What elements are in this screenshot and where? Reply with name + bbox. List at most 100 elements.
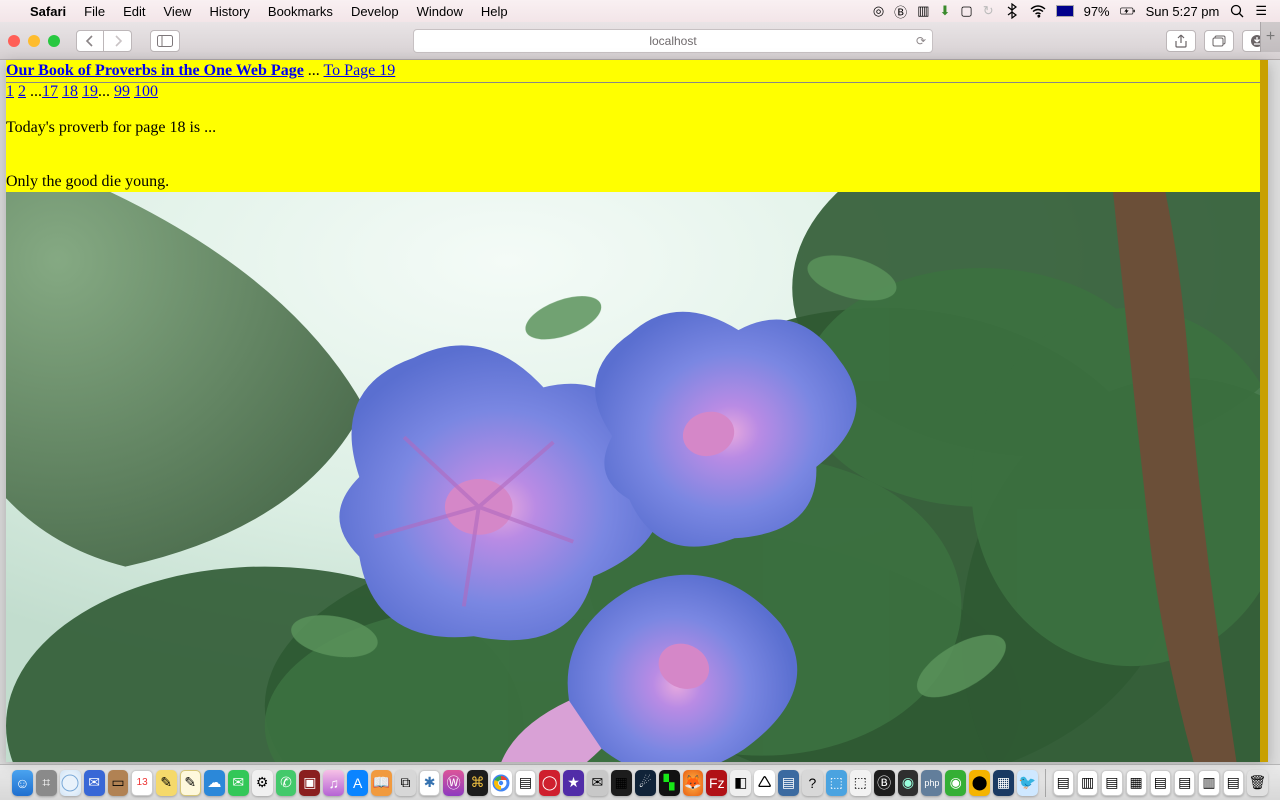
forward-button[interactable] (104, 30, 132, 52)
page-link-18[interactable]: 18 (62, 83, 78, 100)
page-link-99[interactable]: 99 (114, 83, 130, 100)
dock-app-icon[interactable]: ▣ (299, 770, 320, 796)
sidebar-toggle-button[interactable] (150, 30, 180, 52)
dock-app-icon[interactable]: ⬚ (826, 770, 847, 796)
app-menu[interactable]: Safari (21, 4, 75, 19)
dock-app-icon[interactable]: Ⓦ (443, 770, 464, 796)
timemachine-icon[interactable]: ↻ (978, 3, 999, 19)
dock-app-icon[interactable]: ✉ (228, 770, 249, 796)
macos-dock: ☺ ⌗ ✉ ▭ 13 ✎ ✎ ☁ ✉ ⚙ ✆ ▣ ♫ A 📖 ⧉ ✱ Ⓦ ⌘ ▤… (0, 764, 1280, 800)
back-button[interactable] (76, 30, 104, 52)
dock-app-icon[interactable]: ⧉ (395, 770, 416, 796)
dock-launchpad-icon[interactable]: ⌗ (36, 770, 57, 796)
close-window-button[interactable] (8, 35, 20, 47)
menu-history[interactable]: History (200, 4, 258, 19)
macos-menubar: Safari File Edit View History Bookmarks … (0, 0, 1280, 22)
flag-icon[interactable] (1051, 5, 1079, 17)
dock-app-icon[interactable]: ⬤ (969, 770, 990, 796)
tabs-button[interactable] (1204, 30, 1234, 52)
dock-safari-icon[interactable] (60, 770, 81, 796)
dock-app-icon[interactable]: ▦ (993, 770, 1014, 796)
dock-app-icon[interactable]: ✉ (84, 770, 105, 796)
dock-app-icon[interactable]: php (921, 770, 942, 796)
menu-develop[interactable]: Develop (342, 4, 408, 19)
dock-app-icon[interactable]: 13 (131, 770, 152, 796)
new-tab-button[interactable]: + (1260, 22, 1280, 52)
page-link-2[interactable]: 2 (18, 83, 26, 100)
dock-item[interactable]: ▤ (1150, 770, 1171, 796)
dock-item[interactable]: ▥ (1198, 770, 1219, 796)
dock-trash-icon[interactable]: 🗑 (1247, 770, 1268, 796)
dock-app-icon[interactable]: ⌘ (467, 770, 488, 796)
dock-firefox-icon[interactable]: 🦊 (683, 770, 704, 796)
dock-app-icon[interactable]: ✱ (419, 770, 440, 796)
bluetooth-icon[interactable] (999, 3, 1025, 19)
dock-app-icon[interactable]: ✎ (156, 770, 177, 796)
menu-file[interactable]: File (75, 4, 114, 19)
dock-item[interactable]: ▤ (1223, 770, 1244, 796)
page-link-17[interactable]: 17 (42, 83, 58, 100)
next-page-link[interactable]: To Page 19 (324, 62, 396, 79)
dock-app-icon[interactable]: ✎ (180, 770, 201, 796)
page-border (1260, 60, 1268, 762)
dock-app-icon[interactable]: ? (802, 770, 823, 796)
dock-finder-icon[interactable]: ☺ (12, 770, 33, 796)
spotlight-icon[interactable] (1224, 3, 1250, 19)
menu-view[interactable]: View (155, 4, 201, 19)
dock-filezilla-icon[interactable]: Fz (706, 770, 727, 796)
dock-app-icon[interactable]: 🐦 (1017, 770, 1038, 796)
minimize-window-button[interactable] (28, 35, 40, 47)
dock-item[interactable]: ▤ (1174, 770, 1195, 796)
title-link[interactable]: Our Book of Proverbs in the One Web Page (6, 62, 304, 79)
dock-item[interactable]: ▦ (1126, 770, 1147, 796)
clock[interactable]: Sun 5:27 pm (1141, 4, 1225, 19)
status-icon[interactable]: ▥ (912, 3, 934, 19)
dock-app-icon[interactable]: ☄ (635, 770, 656, 796)
dock-app-icon[interactable]: ◧ (730, 770, 751, 796)
menu-bookmarks[interactable]: Bookmarks (259, 4, 342, 19)
menu-window[interactable]: Window (408, 4, 472, 19)
status-icon[interactable]: Ⓑ (889, 2, 912, 21)
web-content: Our Book of Proverbs in the One Web Page… (6, 60, 1268, 762)
airplay-icon[interactable]: ▢ (955, 3, 977, 19)
dock-app-icon[interactable]: 📖 (371, 770, 392, 796)
wifi-icon[interactable] (1025, 3, 1051, 19)
address-bar[interactable]: localhost ⟳ (413, 29, 933, 53)
zoom-window-button[interactable] (48, 35, 60, 47)
dock-app-icon[interactable]: ⬚ (850, 770, 871, 796)
dock-app-icon[interactable]: ◉ (945, 770, 966, 796)
dock-app-icon[interactable]: ◯ (539, 770, 560, 796)
dock-app-icon[interactable]: ▤ (778, 770, 799, 796)
dock-app-icon[interactable]: ★ (563, 770, 584, 796)
dock-app-icon[interactable]: ▤ (515, 770, 536, 796)
dock-item[interactable]: ▤ (1101, 770, 1122, 796)
dock-app-icon[interactable]: ☁ (204, 770, 225, 796)
reload-icon[interactable]: ⟳ (916, 34, 926, 48)
dock-app-icon[interactable]: ✉ (587, 770, 608, 796)
dock-app-icon[interactable]: ◉ (898, 770, 919, 796)
notification-center-icon[interactable]: ☰ (1250, 3, 1272, 19)
dock-app-icon[interactable]: ▦ (611, 770, 632, 796)
downloads-icon[interactable]: ⬇ (934, 3, 955, 19)
share-button[interactable] (1166, 30, 1196, 52)
dock-app-icon[interactable]: Ⓑ (874, 770, 895, 796)
dock-app-icon[interactable]: ⚙ (252, 770, 273, 796)
dock-app-icon[interactable]: A (347, 770, 368, 796)
page-link-100[interactable]: 100 (134, 83, 158, 100)
menu-edit[interactable]: Edit (114, 4, 154, 19)
page-link-1[interactable]: 1 (6, 83, 14, 100)
menu-help[interactable]: Help (472, 4, 517, 19)
dock-item[interactable]: ▥ (1077, 770, 1098, 796)
dock-app-icon[interactable]: ✆ (276, 770, 297, 796)
dock-app-icon[interactable]: ♫ (323, 770, 344, 796)
dock-app-icon[interactable] (491, 770, 512, 796)
page-link-19[interactable]: 19 (82, 83, 98, 100)
status-icon[interactable]: ◎ (868, 3, 889, 19)
dock-vlc-icon[interactable]: 🛆 (754, 770, 775, 796)
dock-item[interactable]: ▤ (1053, 770, 1074, 796)
toolbar-right (1166, 30, 1272, 52)
dock-app-icon[interactable]: ▭ (108, 770, 129, 796)
dock-app-icon[interactable]: ▚ (659, 770, 680, 796)
ellipsis: ... (98, 83, 114, 100)
battery-icon[interactable] (1115, 3, 1141, 19)
